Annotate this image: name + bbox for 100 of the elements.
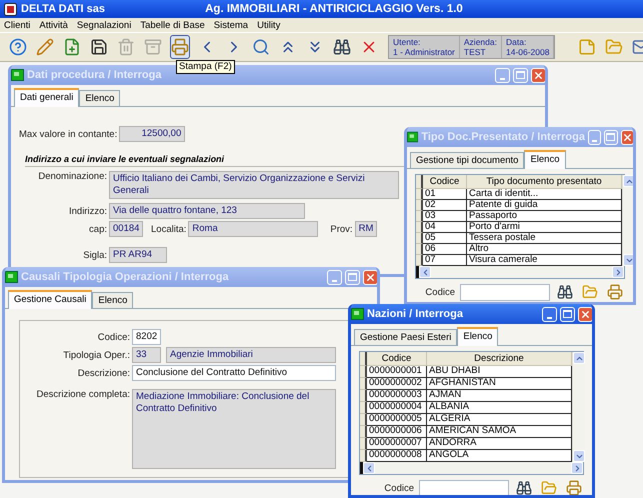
input-field[interactable]: [460, 284, 550, 300]
table-cell: ALGERIA: [427, 414, 572, 426]
folder-icon: [582, 284, 598, 300]
print-button[interactable]: [564, 478, 584, 495]
close-icon: [533, 70, 544, 80]
scroll-down-button[interactable]: [623, 254, 633, 266]
session-label: Utente:: [393, 37, 422, 47]
row-header[interactable]: [360, 402, 367, 414]
scroll-right-button[interactable]: [612, 266, 624, 278]
menu-item[interactable]: Attività: [39, 20, 68, 30]
maximize-button[interactable]: [560, 306, 575, 322]
field-label: Tipologia Oper.:: [62, 350, 130, 360]
row-header[interactable]: [416, 189, 423, 200]
table-cell: 0000000005: [367, 414, 427, 426]
text-field[interactable]: Ufficio Italiano dei Cambi, Servizio Organizzazione e Servizi Generali: [109, 171, 399, 199]
scroll-down-button[interactable]: [573, 450, 585, 462]
row-header[interactable]: [360, 378, 367, 390]
scroll-up-button[interactable]: [623, 175, 633, 187]
row-header[interactable]: [360, 366, 367, 378]
value-field[interactable]: 12500,00: [119, 126, 186, 142]
scroll-left-button[interactable]: [419, 266, 431, 278]
table-cell: Altro: [467, 244, 622, 255]
scroll-up-button[interactable]: [573, 352, 585, 364]
field-label: Descrizione:: [76, 368, 130, 378]
menu-item[interactable]: Utility: [257, 20, 280, 30]
close-button[interactable]: [363, 270, 377, 284]
vertical-scrollbar[interactable]: [622, 175, 633, 266]
scroll-left-button[interactable]: [363, 462, 375, 474]
table-cell: 04: [423, 222, 467, 233]
folder-icon: [541, 480, 557, 495]
text-field[interactable]: Via delle quattro fontane, 123: [109, 203, 305, 219]
minimize-icon: [547, 316, 552, 318]
app-icon: [4, 2, 17, 16]
text-field[interactable]: Conclusione del Contratto Definitivo: [132, 365, 336, 381]
row-header[interactable]: [360, 414, 367, 426]
row-header[interactable]: [360, 390, 367, 402]
text-field[interactable]: Agenzie Immobiliari: [166, 347, 336, 363]
minimize-icon: [500, 78, 505, 80]
note-icon: [578, 38, 596, 56]
table-cell: Patente di guida: [467, 200, 622, 211]
tab[interactable]: Gestione Paesi Esteri: [354, 329, 458, 345]
text-field[interactable]: 33: [132, 347, 161, 363]
text-field[interactable]: 00184: [109, 221, 143, 237]
close-button[interactable]: [620, 130, 633, 144]
table-cell: Tessera postale: [467, 233, 622, 244]
table-cell: 03: [423, 211, 467, 222]
window-title: Tipo Doc.Presentato / Interroga: [421, 131, 585, 143]
menu-item[interactable]: Tabelle di Base: [140, 20, 205, 30]
tab[interactable]: Elenco: [79, 90, 120, 106]
window-icon: [11, 69, 24, 81]
maximize-icon: [348, 273, 357, 281]
print-button[interactable]: [605, 282, 625, 302]
table-cell: AFGHANISTAN: [427, 378, 572, 390]
tab[interactable]: Elenco: [92, 292, 134, 308]
row-header[interactable]: [360, 438, 367, 450]
corner-header: [416, 175, 423, 189]
close-button[interactable]: [531, 68, 545, 82]
session-value: 14-06-2008: [506, 47, 550, 57]
horizontal-scrollbar[interactable]: [360, 462, 583, 474]
table-cell: 0000000003: [367, 390, 427, 402]
row-header[interactable]: [360, 450, 367, 462]
text-field[interactable]: Roma: [188, 221, 318, 237]
minimize-button[interactable]: [542, 306, 557, 322]
scroll-right-button[interactable]: [571, 462, 583, 474]
tab[interactable]: Elenco: [457, 327, 498, 346]
text-area[interactable]: Mediazione Immobiliare: Conclusione del Contratto Definitivo: [132, 389, 336, 469]
tab[interactable]: Gestione Causali: [8, 290, 92, 309]
row-header[interactable]: [416, 211, 423, 222]
row-header[interactable]: [416, 255, 423, 266]
row-header[interactable]: [416, 222, 423, 233]
field-label: cap:: [88, 224, 107, 234]
printer-icon: [171, 38, 189, 56]
column-header[interactable]: Codice: [423, 175, 467, 189]
text-field[interactable]: 8202: [132, 329, 161, 345]
tab[interactable]: Dati generali: [14, 88, 80, 107]
print-button[interactable]: [170, 35, 190, 59]
field-label: Prov:: [330, 224, 353, 234]
menu-item[interactable]: Sistema: [214, 20, 248, 30]
menu-item[interactable]: Clienti: [4, 20, 30, 30]
row-header[interactable]: [416, 244, 423, 255]
tab[interactable]: Elenco: [524, 150, 566, 169]
row-header[interactable]: [416, 233, 423, 244]
trash-icon: [117, 38, 135, 56]
row-header[interactable]: [416, 200, 423, 211]
column-header[interactable]: Codice: [367, 352, 427, 366]
row-header[interactable]: [360, 426, 367, 438]
column-header[interactable]: Tipo documento presentato: [467, 175, 622, 189]
pencil-icon: [36, 38, 54, 56]
menu-item[interactable]: Segnalazioni: [76, 20, 132, 30]
text-field[interactable]: RM: [354, 221, 377, 237]
tab[interactable]: Gestione tipi documento: [410, 152, 524, 168]
text-field[interactable]: PR AR94: [109, 247, 167, 263]
close-button[interactable]: [578, 306, 592, 322]
horizontal-scrollbar[interactable]: [416, 266, 624, 278]
column-header[interactable]: Descrizione: [427, 352, 572, 366]
table-cell: 02: [423, 200, 467, 211]
session-label: Data:: [506, 37, 528, 47]
input-field[interactable]: [419, 480, 509, 495]
window-title: Causali Tipologia Operazioni / Interroga: [21, 271, 230, 283]
vertical-scrollbar[interactable]: [572, 352, 585, 462]
